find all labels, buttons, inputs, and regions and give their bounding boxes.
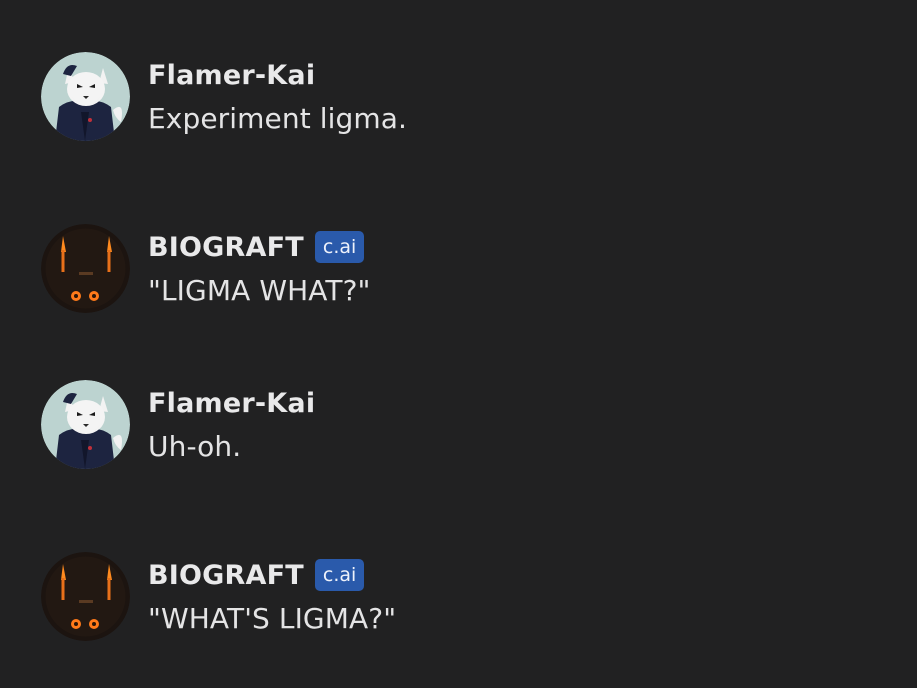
orange-eyed-robot-avatar-icon[interactable] xyxy=(41,224,130,313)
message-header: BIOGRAFT c.ai xyxy=(148,229,365,265)
chat-message: Flamer-Kai Uh-oh. xyxy=(41,380,901,470)
white-wolf-avatar-icon[interactable] xyxy=(41,380,130,469)
author-name[interactable]: Flamer-Kai xyxy=(148,388,315,419)
message-header: BIOGRAFT c.ai xyxy=(148,557,365,593)
message-text: Uh-oh. xyxy=(148,430,242,463)
author-name[interactable]: BIOGRAFT xyxy=(148,560,304,591)
ai-badge: c.ai xyxy=(314,231,365,263)
author-name[interactable]: BIOGRAFT xyxy=(148,232,304,263)
ai-badge: c.ai xyxy=(314,559,365,591)
message-header: Flamer-Kai xyxy=(148,385,315,421)
message-text: "LIGMA WHAT?" xyxy=(148,274,371,307)
message-text: Experiment ligma. xyxy=(148,102,408,135)
author-name[interactable]: Flamer-Kai xyxy=(148,60,315,91)
message-text: "WHAT'S LIGMA?" xyxy=(148,602,397,635)
message-header: Flamer-Kai xyxy=(148,57,315,93)
orange-eyed-robot-avatar-icon[interactable] xyxy=(41,552,130,641)
white-wolf-avatar-icon[interactable] xyxy=(41,52,130,141)
chat-message: Flamer-Kai Experiment ligma. xyxy=(41,52,901,142)
chat-message: BIOGRAFT c.ai "WHAT'S LIGMA?" xyxy=(41,552,901,642)
chat-message: BIOGRAFT c.ai "LIGMA WHAT?" xyxy=(41,224,901,314)
chat-message-list: Flamer-Kai Experiment ligma. BIOGRAFT c.… xyxy=(0,0,917,688)
